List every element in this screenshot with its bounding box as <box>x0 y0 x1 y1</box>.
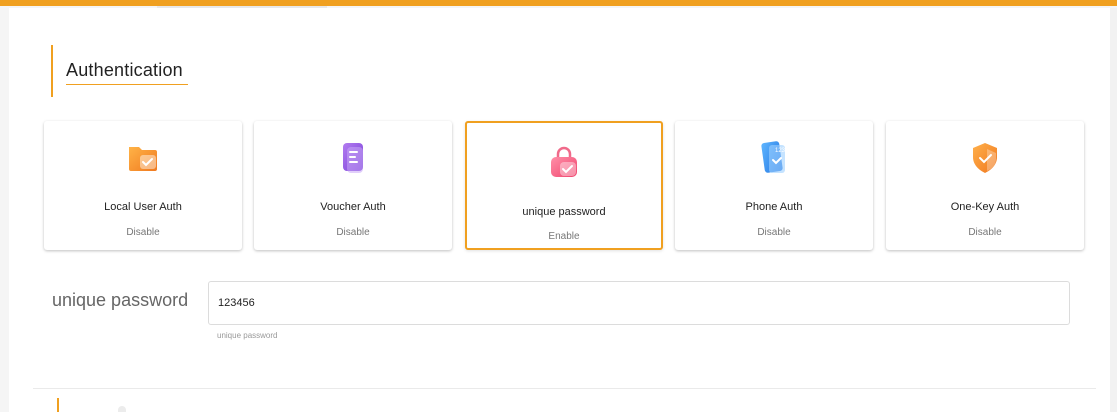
auth-card-name: unique password <box>522 206 606 218</box>
shield-check-icon <box>966 139 1004 177</box>
auth-card-phone[interactable]: 123 Phone Auth Disable <box>675 121 873 250</box>
auth-card-status: Disable <box>126 227 160 238</box>
password-field-hint: unique password <box>217 331 278 340</box>
auth-card-local-user[interactable]: Local User Auth Disable <box>44 121 242 250</box>
auth-card-status: Enable <box>548 231 580 242</box>
lock-bag-icon <box>545 144 583 182</box>
section-divider <box>33 388 1096 389</box>
auth-card-status: Disable <box>757 227 791 238</box>
auth-card-name: Local User Auth <box>104 201 182 213</box>
auth-card-name: Phone Auth <box>745 201 803 213</box>
next-section-accent-bar <box>57 398 59 412</box>
section-accent-bar <box>51 45 53 97</box>
svg-text:123: 123 <box>775 148 786 154</box>
auth-card-status: Disable <box>336 227 370 238</box>
page-right-edge <box>1110 8 1117 412</box>
section-title-underline <box>66 84 188 85</box>
next-section-title-fragment <box>118 406 126 412</box>
phone-check-icon: 123 <box>755 139 793 177</box>
unique-password-input[interactable] <box>208 281 1070 325</box>
password-field-label: unique password <box>52 290 189 310</box>
auth-card-name: Voucher Auth <box>320 201 386 213</box>
auth-card-unique-password[interactable]: unique password Enable <box>465 121 663 250</box>
auth-card-name: One-Key Auth <box>950 201 1020 213</box>
section-title: Authentication <box>66 60 183 80</box>
auth-card-one-key[interactable]: One-Key Auth Disable <box>886 121 1084 250</box>
auth-card-status: Disable <box>968 227 1002 238</box>
voucher-document-icon <box>334 139 372 177</box>
auth-card-voucher[interactable]: Voucher Auth Disable <box>254 121 452 250</box>
folder-check-icon <box>124 139 162 177</box>
